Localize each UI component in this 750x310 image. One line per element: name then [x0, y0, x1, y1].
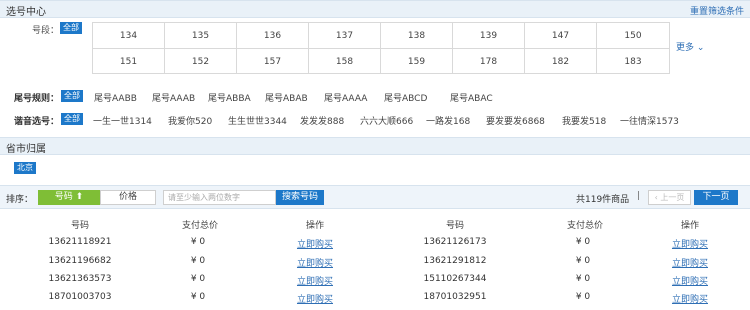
phone-number: 13621291812	[423, 256, 487, 266]
phone-number: 13621118921	[48, 237, 112, 247]
phone-number: 13621126173	[423, 237, 487, 247]
col-header-number: 号码	[70, 221, 89, 231]
segment-option[interactable]: 158	[309, 48, 381, 74]
province-header: 省市归属	[0, 137, 750, 155]
segment-grid: 134 135 136 137 138 139 147 150 151 152 …	[92, 22, 670, 74]
page-title: 选号中心	[6, 7, 46, 18]
price: ¥ 0	[190, 274, 206, 284]
arrow-up-icon: ⬆	[75, 192, 84, 202]
reset-filters-link[interactable]: 重置筛选条件	[690, 4, 744, 17]
price: ¥ 0	[190, 237, 206, 247]
homophone-option[interactable]: 我爱你520	[168, 114, 212, 127]
segment-option[interactable]: 137	[309, 23, 381, 49]
sort-by-number-button[interactable]: 号码 ⬆	[38, 190, 100, 205]
segment-all-tag[interactable]: 全部	[60, 22, 82, 34]
segment-option[interactable]: 138	[381, 23, 453, 49]
segment-option[interactable]: 139	[453, 23, 525, 49]
selection-center-header: 选号中心 重置筛选条件	[0, 0, 750, 18]
phone-number: 18701032951	[423, 292, 487, 302]
price: ¥ 0	[575, 256, 591, 266]
col-header-action: 操作	[680, 221, 699, 231]
phone-number: 13621196682	[48, 256, 112, 266]
segment-option[interactable]: 152	[165, 48, 237, 74]
homophone-option[interactable]: 我要发518	[562, 114, 606, 127]
tail-rule-option[interactable]: 尾号AAAA	[324, 91, 367, 104]
tail-rule-row: 尾号规则： 全部 尾号AABB 尾号AAAB 尾号ABBA 尾号ABAB 尾号A…	[0, 89, 750, 105]
phone-number: 13621363573	[48, 274, 112, 284]
divider: |	[637, 191, 641, 201]
homophone-row: 谐音选号： 全部 一生一世1314 我爱你520 生生世世3344 发发发888…	[0, 112, 750, 128]
tail-rule-option[interactable]: 尾号ABBA	[208, 91, 251, 104]
segment-option[interactable]: 151	[93, 48, 165, 74]
homophone-option[interactable]: 一路发168	[426, 114, 470, 127]
homophone-option[interactable]: 六六大顺666	[360, 114, 413, 127]
segment-option[interactable]: 150	[597, 23, 669, 49]
homophone-option[interactable]: 发发发888	[300, 114, 344, 127]
prev-page-button[interactable]: ‹ 上一页	[648, 190, 691, 205]
segment-option[interactable]: 136	[237, 23, 309, 49]
segment-option[interactable]: 147	[525, 23, 597, 49]
homophone-option[interactable]: 一往情深1573	[620, 114, 679, 127]
price: ¥ 0	[190, 292, 206, 302]
buy-now-link[interactable]: 立即购买	[285, 256, 345, 269]
col-header-price: 支付总价	[181, 221, 218, 231]
col-header-price: 支付总价	[566, 221, 603, 231]
buy-now-link[interactable]: 立即购买	[660, 256, 720, 269]
tail-rule-option[interactable]: 尾号ABAC	[450, 91, 493, 104]
sort-label: 排序：	[6, 195, 34, 205]
buy-now-link[interactable]: 立即购买	[660, 237, 720, 250]
segment-option[interactable]: 157	[237, 48, 309, 74]
price: ¥ 0	[575, 292, 591, 302]
next-page-button[interactable]: 下一页	[694, 190, 738, 205]
tail-rule-option[interactable]: 尾号AABB	[94, 91, 137, 104]
segment-option[interactable]: 183	[597, 48, 669, 74]
segment-option[interactable]: 134	[93, 23, 165, 49]
tail-rule-all-tag[interactable]: 全部	[61, 90, 83, 102]
col-header-action: 操作	[305, 221, 324, 231]
price: ¥ 0	[575, 237, 591, 247]
phone-number: 15110267344	[423, 274, 487, 284]
tail-rule-option[interactable]: 尾号AAAB	[152, 91, 195, 104]
chevron-left-icon: ‹	[654, 193, 658, 202]
buy-now-link[interactable]: 立即购买	[285, 274, 345, 287]
sort-bar: 排序： 号码 ⬆ 价格 搜索号码 共119件商品 | ‹ 上一页 下一页	[0, 185, 750, 209]
buy-now-link[interactable]: 立即购买	[285, 292, 345, 305]
result-count: 共119件商品	[576, 195, 630, 205]
segment-label: 号段：	[32, 26, 60, 36]
tail-rule-option[interactable]: 尾号ABCD	[384, 91, 427, 104]
buy-now-link[interactable]: 立即购买	[285, 237, 345, 250]
homophone-option[interactable]: 生生世世3344	[228, 114, 287, 127]
chevron-down-icon: ⌄	[696, 43, 705, 53]
segment-option[interactable]: 159	[381, 48, 453, 74]
col-header-number: 号码	[445, 221, 464, 231]
sort-by-price-button[interactable]: 价格	[100, 190, 156, 205]
tail-rule-option[interactable]: 尾号ABAB	[265, 91, 308, 104]
price: ¥ 0	[575, 274, 591, 284]
buy-now-link[interactable]: 立即购买	[660, 274, 720, 287]
price: ¥ 0	[190, 256, 206, 266]
more-segments-link[interactable]: 更多 ⌄	[676, 40, 704, 53]
homophone-option[interactable]: 一生一世1314	[93, 114, 152, 127]
buy-now-link[interactable]: 立即购买	[660, 292, 720, 305]
number-search-input[interactable]	[163, 190, 276, 205]
homophone-option[interactable]: 要发要发6868	[486, 114, 545, 127]
phone-number: 18701003703	[48, 292, 112, 302]
segment-option[interactable]: 135	[165, 23, 237, 49]
province-selected-tag[interactable]: 北京	[14, 162, 36, 174]
segment-option[interactable]: 182	[525, 48, 597, 74]
search-number-button[interactable]: 搜索号码	[276, 190, 324, 205]
homophone-label: 谐音选号：	[14, 117, 60, 127]
segment-option[interactable]: 178	[453, 48, 525, 74]
province-title: 省市归属	[6, 144, 46, 155]
homophone-all-tag[interactable]: 全部	[61, 113, 83, 125]
tail-rule-label: 尾号规则：	[14, 94, 60, 104]
